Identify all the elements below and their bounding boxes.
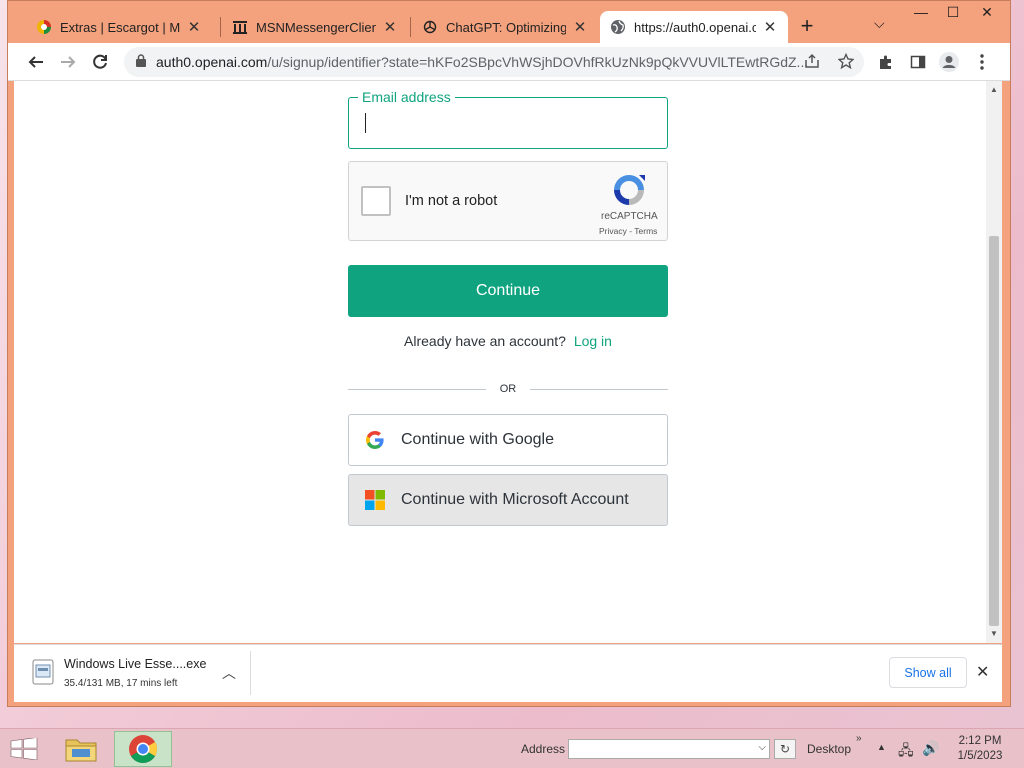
close-icon[interactable]: ✕ — [762, 18, 778, 36]
forward-arrow-icon[interactable] — [56, 50, 80, 74]
escargot-icon — [36, 19, 52, 35]
bookmark-star-icon[interactable] — [837, 52, 855, 72]
close-icon[interactable]: ✕ — [976, 662, 989, 682]
tab-title: ChatGPT: Optimizing La — [446, 19, 566, 35]
globe-icon — [610, 19, 626, 35]
back-arrow-icon[interactable] — [24, 50, 48, 74]
tray-expand-icon[interactable]: ▲ — [877, 742, 886, 752]
tab-search-chevron-icon[interactable]: ⌵ — [874, 15, 885, 32]
extensions-puzzle-icon[interactable] — [874, 50, 898, 74]
scroll-down-arrow-icon[interactable]: ▼ — [990, 629, 998, 638]
email-field[interactable]: Email address — [348, 89, 668, 149]
profile-avatar-icon[interactable] — [937, 50, 961, 74]
refresh-go-icon[interactable]: ↻ — [774, 739, 796, 759]
microsoft-icon — [365, 490, 385, 510]
file-explorer-taskbar-button[interactable] — [52, 731, 110, 767]
login-prompt: Already have an account? Log in — [348, 333, 668, 349]
google-signin-button[interactable]: Continue with Google — [348, 414, 668, 466]
divider-line — [530, 389, 668, 390]
terms-link[interactable]: Terms — [634, 226, 657, 236]
recaptcha-brand: reCAPTCHA — [601, 211, 658, 222]
system-clock[interactable]: 2:12 PM 1/5/2023 — [952, 734, 1008, 764]
browser-window: Extras | Escargot | MSN ✕ MSNMessengerCl… — [7, 0, 1011, 707]
clock-time: 2:12 PM — [958, 735, 1002, 747]
close-window-button[interactable]: ✕ — [970, 1, 1004, 25]
side-panel-icon[interactable] — [906, 50, 930, 74]
already-account-text: Already have an account? — [404, 333, 566, 349]
page-scrollbar[interactable]: ▲ ▼ — [986, 81, 1002, 643]
folder-icon — [65, 739, 97, 762]
address-toolbar-label: Address — [521, 742, 566, 756]
url-path: /u/signup/identifier?state=hKFo2SBpcVhWS… — [267, 54, 809, 70]
continue-button[interactable]: Continue — [348, 265, 668, 317]
show-all-button[interactable]: Show all — [889, 657, 967, 688]
or-divider: OR — [348, 381, 668, 397]
captcha-label: I'm not a robot — [405, 193, 498, 209]
recaptcha-widget: I'm not a robot reCAPTCHA Privacy - Term… — [348, 161, 668, 241]
chrome-icon — [129, 735, 157, 763]
installer-file-icon — [32, 659, 54, 685]
double-chevron-icon[interactable]: » — [856, 733, 862, 744]
login-link[interactable]: Log in — [574, 333, 612, 349]
microsoft-signin-button[interactable]: Continue with Microsoft Account — [348, 474, 668, 526]
tab-separator — [410, 17, 411, 37]
desktop-toolbar-label[interactable]: Desktop — [807, 742, 851, 756]
not-robot-checkbox[interactable] — [361, 186, 391, 216]
scroll-up-arrow-icon[interactable]: ▲ — [990, 85, 998, 94]
recaptcha-logo-icon — [614, 175, 645, 205]
tab-strip: Extras | Escargot | MSN ✕ MSNMessengerCl… — [8, 1, 1010, 43]
tab-separator — [220, 17, 221, 37]
openai-icon — [422, 19, 438, 35]
archive-icon — [232, 19, 248, 35]
close-icon[interactable]: ✕ — [572, 18, 588, 36]
page-viewport: Email address I'm not a robot reCAPTCHA … — [14, 81, 986, 643]
clock-date: 1/5/2023 — [957, 750, 1003, 762]
chevron-up-icon[interactable]: ︿ — [222, 663, 236, 683]
close-icon[interactable]: ✕ — [382, 18, 398, 36]
privacy-link[interactable]: Privacy — [599, 226, 627, 236]
maximize-button[interactable]: ☐ — [936, 1, 970, 25]
download-status: 35.4/131 MB, 17 mins left — [64, 678, 178, 689]
address-bar[interactable]: auth0.openai.com /u/signup/identifier?st… — [124, 47, 864, 77]
tab-auth0[interactable]: https://auth0.openai.co ✕ — [600, 11, 788, 43]
url-host: auth0.openai.com — [156, 54, 268, 70]
tab-escargot[interactable]: Extras | Escargot | MSN ✕ — [26, 11, 212, 43]
browser-toolbar: auth0.openai.com /u/signup/identifier?st… — [8, 43, 1010, 81]
scroll-thumb[interactable] — [989, 236, 999, 626]
tab-title: MSNMessengerClientsF — [256, 19, 376, 35]
share-icon[interactable] — [804, 53, 820, 72]
network-icon[interactable]: 🖧 — [898, 740, 914, 764]
address-toolbar-input[interactable]: ⌵ — [568, 739, 770, 759]
lock-icon — [136, 54, 146, 70]
microsoft-button-label: Continue with Microsoft Account — [401, 491, 629, 508]
text-caret — [365, 113, 366, 133]
tab-title: https://auth0.openai.co — [634, 19, 756, 35]
new-tab-button[interactable]: + — [794, 13, 820, 39]
volume-icon[interactable]: 🔊 — [922, 740, 939, 757]
download-file-name[interactable]: Windows Live Esse....exe — [64, 657, 206, 671]
chrome-taskbar-button[interactable] — [114, 731, 172, 767]
recaptcha-links: Privacy - Terms — [599, 226, 657, 236]
close-icon[interactable]: ✕ — [186, 18, 202, 36]
chevron-down-icon[interactable]: ⌵ — [758, 742, 766, 753]
minimize-button[interactable]: — — [904, 1, 938, 25]
reload-icon[interactable] — [88, 50, 112, 74]
tab-chatgpt[interactable]: ChatGPT: Optimizing La ✕ — [412, 11, 598, 43]
menu-kebab-icon[interactable] — [970, 50, 994, 74]
windows-start-icon[interactable] — [10, 738, 38, 760]
tab-msn-clients[interactable]: MSNMessengerClientsF ✕ — [222, 11, 408, 43]
google-icon — [366, 431, 384, 449]
download-separator — [250, 651, 251, 695]
google-button-label: Continue with Google — [401, 431, 554, 448]
download-bar: Windows Live Esse....exe 35.4/131 MB, 17… — [14, 644, 1002, 702]
tab-title: Extras | Escargot | MSN — [60, 19, 180, 35]
email-field-label: Email address — [358, 89, 455, 105]
taskbar: Address ⌵ ↻ Desktop » ▲ 🖧 🔊 2:12 PM 1/5/… — [0, 728, 1024, 768]
